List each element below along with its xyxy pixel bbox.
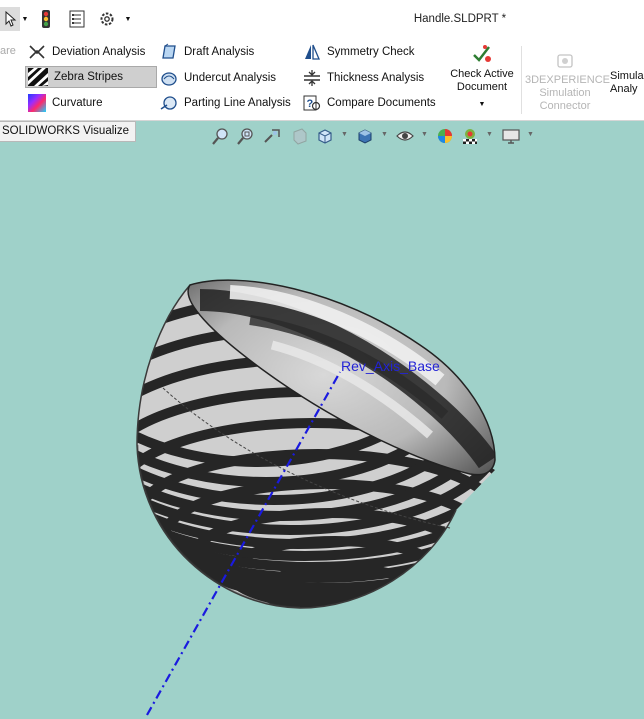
simulation-analysis-button[interactable]: Simula Analy [610, 70, 644, 96]
select-button[interactable] [0, 7, 20, 31]
simulation-connector-button[interactable]: 3DEXPERIENCE Simulation Connector [525, 52, 610, 113]
compare-documents-icon: ? [303, 95, 321, 111]
dropdown-caret-icon[interactable]: ▼ [421, 131, 428, 138]
check-active-line2: Document [456, 81, 508, 93]
check-active-document-icon [473, 45, 491, 62]
parting-line-analysis-label: Parting Line Analysis [184, 97, 291, 109]
compare-documents-button[interactable]: ? Compare Documents [303, 92, 436, 114]
simulation-analysis-line1: Simula [610, 70, 644, 82]
symmetry-check-button[interactable]: Symmetry Check [303, 41, 415, 63]
symmetry-check-label: Symmetry Check [327, 46, 415, 58]
deviation-analysis-icon [29, 45, 45, 59]
graphics-viewport[interactable]: Rev_Axis_Base [0, 141, 644, 719]
check-active-document-button[interactable]: Check Active Document ▼ [447, 44, 517, 111]
ribbon-separator [521, 46, 522, 114]
deviation-analysis-label: Deviation Analysis [52, 46, 146, 58]
dropdown-caret-icon: ▼ [21, 15, 29, 23]
zebra-stripes-icon [28, 68, 48, 86]
axis-label[interactable]: Rev_Axis_Base [341, 358, 440, 374]
draft-analysis-label: Draft Analysis [184, 46, 255, 58]
undercut-analysis-label: Undercut Analysis [184, 72, 277, 84]
deviation-analysis-button[interactable]: Deviation Analysis [28, 41, 145, 63]
dropdown-caret-icon[interactable]: ▼ [381, 131, 388, 138]
curvature-icon [28, 94, 46, 112]
parting-line-analysis-button[interactable]: Parting Line Analysis [160, 92, 291, 114]
zebra-stripes-label: Zebra Stripes [54, 71, 124, 83]
compare-documents-label: Compare Documents [327, 97, 436, 109]
simulation-connector-icon [557, 54, 573, 68]
dropdown-caret-icon: ▼ [124, 15, 132, 23]
simulation-connector-line1: 3DEXPERIENCE [525, 74, 610, 86]
gear-icon [100, 12, 114, 26]
simulation-connector-line2: Simulation [539, 87, 591, 99]
undercut-analysis-icon [161, 72, 177, 86]
select-dropdown-button[interactable]: ▼ [20, 7, 30, 31]
thickness-analysis-label: Thickness Analysis [327, 72, 425, 84]
curvature-button[interactable]: Curvature [28, 92, 103, 114]
curvature-label: Curvature [52, 97, 103, 109]
draft-analysis-button[interactable]: Draft Analysis [160, 41, 254, 63]
thickness-analysis-icon [304, 70, 320, 86]
document-title: Handle.SLDPRT * [413, 13, 507, 25]
dropdown-caret-icon[interactable]: ▼ [341, 131, 348, 138]
simulation-connector-line3: Connector [539, 100, 591, 112]
thickness-analysis-button[interactable]: Thickness Analysis [303, 67, 424, 89]
dropdown-caret-icon[interactable]: ▼ [447, 98, 517, 111]
options-button[interactable] [96, 7, 118, 31]
draft-analysis-icon [162, 43, 176, 59]
tab-solidworks-visualize[interactable]: SOLIDWORKS Visualize [0, 121, 136, 142]
zebra-bowl-model[interactable] [0, 141, 644, 719]
dropdown-caret-icon[interactable]: ▼ [527, 131, 534, 138]
simulation-analysis-line2: Analy [610, 83, 638, 95]
options-dropdown-button[interactable]: ▼ [122, 7, 134, 31]
parting-line-analysis-icon [160, 96, 177, 110]
zebra-stripes-button[interactable]: Zebra Stripes [25, 66, 157, 88]
title-bar: ▼ ▼ Handle.SLDPRT * [0, 0, 644, 39]
symmetry-check-icon [305, 44, 320, 60]
check-active-line1: Check Active [450, 68, 514, 80]
undercut-analysis-button[interactable]: Undercut Analysis [160, 67, 276, 89]
evaluate-ribbon: are Deviation Analysis Zebra Stripes Cur… [0, 38, 644, 121]
traffic-light-icon [42, 10, 50, 28]
ribbon-cut-label: are [0, 45, 16, 57]
dropdown-caret-icon[interactable]: ▼ [486, 131, 493, 138]
file-properties-button[interactable] [66, 7, 88, 31]
select-arrow-icon [5, 11, 17, 27]
rebuild-button[interactable] [36, 7, 56, 31]
file-properties-icon [69, 10, 85, 28]
